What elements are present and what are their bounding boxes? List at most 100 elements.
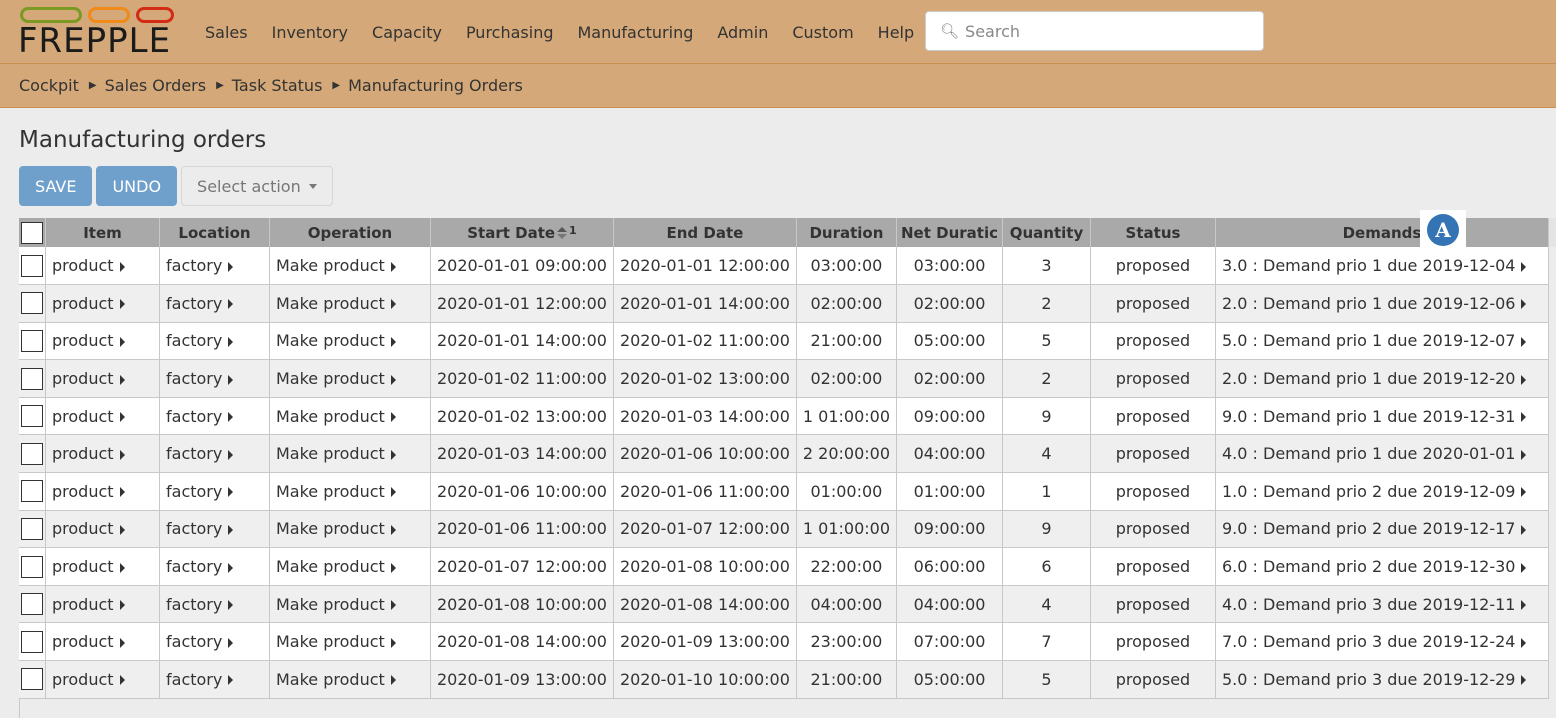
status-cell[interactable]: proposed	[1090, 434, 1216, 474]
row-checkbox[interactable]	[21, 555, 43, 578]
table-row[interactable]: product factory Make product 2020-01-02 …	[19, 397, 1549, 436]
column-header-quantity[interactable]: Quantity	[1002, 218, 1091, 247]
search-input[interactable]	[963, 20, 1244, 42]
location-cell[interactable]: factory	[159, 397, 270, 436]
drilldown-triangle-icon[interactable]	[228, 637, 234, 648]
quantity-cell[interactable]: 5	[1002, 322, 1091, 361]
drilldown-triangle-icon[interactable]	[228, 299, 234, 310]
column-header-net-duration[interactable]: Net Duratic	[896, 218, 1003, 247]
column-header-start-date[interactable]: Start Date 1	[430, 218, 614, 247]
drilldown-triangle-icon[interactable]	[1521, 374, 1527, 385]
drilldown-triangle-icon[interactable]	[1521, 487, 1527, 498]
row-checkbox[interactable]	[21, 480, 43, 503]
drilldown-triangle-icon[interactable]	[228, 562, 234, 573]
location-cell[interactable]: factory	[159, 359, 270, 398]
item-cell[interactable]: product	[45, 547, 160, 586]
drilldown-triangle-icon[interactable]	[390, 675, 396, 686]
item-cell[interactable]: product	[45, 322, 160, 361]
start-date-cell[interactable]: 2020-01-01 12:00:00	[430, 284, 614, 323]
table-row[interactable]: product factory Make product 2020-01-01 …	[19, 322, 1549, 361]
start-date-cell[interactable]: 2020-01-09 13:00:00	[430, 660, 614, 699]
start-date-cell[interactable]: 2020-01-08 14:00:00	[430, 622, 614, 662]
start-date-cell[interactable]: 2020-01-02 11:00:00	[430, 359, 614, 398]
status-cell[interactable]: proposed	[1090, 660, 1216, 699]
table-row[interactable]: product factory Make product 2020-01-06 …	[19, 510, 1549, 549]
row-checkbox[interactable]	[21, 442, 43, 465]
item-cell[interactable]: product	[45, 472, 160, 511]
drilldown-triangle-icon[interactable]	[1521, 675, 1527, 686]
status-cell[interactable]: proposed	[1090, 397, 1216, 436]
start-date-cell[interactable]: 2020-01-08 10:00:00	[430, 585, 614, 624]
drilldown-triangle-icon[interactable]	[1521, 336, 1527, 347]
location-cell[interactable]: factory	[159, 510, 270, 549]
item-cell[interactable]: product	[45, 359, 160, 398]
quantity-cell[interactable]: 9	[1002, 397, 1091, 436]
drilldown-triangle-icon[interactable]	[228, 261, 234, 272]
nav-manufacturing[interactable]: Manufacturing	[566, 23, 706, 42]
quantity-cell[interactable]: 2	[1002, 284, 1091, 323]
operation-cell[interactable]: Make product	[269, 322, 431, 361]
status-cell[interactable]: proposed	[1090, 547, 1216, 586]
table-row[interactable]: product factory Make product 2020-01-01 …	[19, 284, 1549, 323]
drilldown-triangle-icon[interactable]	[390, 637, 396, 648]
row-checkbox[interactable]	[21, 367, 43, 390]
demands-cell[interactable]: 7.0 : Demand prio 3 due 2019-12-24	[1215, 622, 1549, 662]
item-cell[interactable]: product	[45, 510, 160, 549]
item-cell[interactable]: product	[45, 434, 160, 474]
status-cell[interactable]: proposed	[1090, 585, 1216, 624]
drilldown-triangle-icon[interactable]	[119, 449, 125, 460]
breadcrumb-cockpit[interactable]: Cockpit	[19, 76, 79, 95]
quantity-cell[interactable]: 2	[1002, 359, 1091, 398]
row-checkbox[interactable]	[21, 405, 43, 428]
nav-inventory[interactable]: Inventory	[260, 23, 360, 42]
column-header-location[interactable]: Location	[159, 218, 270, 247]
start-date-cell[interactable]: 2020-01-06 11:00:00	[430, 510, 614, 549]
select-all-checkbox[interactable]	[21, 221, 43, 244]
select-action-dropdown[interactable]: Select action	[181, 166, 333, 206]
table-row[interactable]: product factory Make product 2020-01-09 …	[19, 660, 1549, 699]
operation-cell[interactable]: Make product	[269, 434, 431, 474]
demands-cell[interactable]: 9.0 : Demand prio 1 due 2019-12-31	[1215, 397, 1549, 436]
end-date-cell[interactable]: 2020-01-10 10:00:00	[613, 660, 797, 699]
operation-cell[interactable]: Make product	[269, 660, 431, 699]
end-date-cell[interactable]: 2020-01-01 12:00:00	[613, 247, 797, 286]
drilldown-triangle-icon[interactable]	[390, 600, 396, 611]
drilldown-triangle-icon[interactable]	[1521, 524, 1527, 535]
end-date-cell[interactable]: 2020-01-08 10:00:00	[613, 547, 797, 586]
column-header-item[interactable]: Item	[45, 218, 160, 247]
drilldown-triangle-icon[interactable]	[390, 487, 396, 498]
end-date-cell[interactable]: 2020-01-06 10:00:00	[613, 434, 797, 474]
quantity-cell[interactable]: 1	[1002, 472, 1091, 511]
location-cell[interactable]: factory	[159, 434, 270, 474]
location-cell[interactable]: factory	[159, 472, 270, 511]
start-date-cell[interactable]: 2020-01-07 12:00:00	[430, 547, 614, 586]
quantity-cell[interactable]: 6	[1002, 547, 1091, 586]
nav-sales[interactable]: Sales	[193, 23, 260, 42]
quantity-cell[interactable]: 4	[1002, 585, 1091, 624]
demands-cell[interactable]: 4.0 : Demand prio 3 due 2019-12-11	[1215, 585, 1549, 624]
drilldown-triangle-icon[interactable]	[228, 487, 234, 498]
status-cell[interactable]: proposed	[1090, 472, 1216, 511]
row-checkbox[interactable]	[21, 517, 43, 540]
end-date-cell[interactable]: 2020-01-02 11:00:00	[613, 322, 797, 361]
nav-admin[interactable]: Admin	[705, 23, 780, 42]
drilldown-triangle-icon[interactable]	[1521, 637, 1527, 648]
drilldown-triangle-icon[interactable]	[390, 261, 396, 272]
drilldown-triangle-icon[interactable]	[228, 412, 234, 423]
table-row[interactable]: product factory Make product 2020-01-06 …	[19, 472, 1549, 511]
drilldown-triangle-icon[interactable]	[1521, 412, 1527, 423]
drilldown-triangle-icon[interactable]	[1521, 600, 1527, 611]
location-cell[interactable]: factory	[159, 247, 270, 286]
drilldown-triangle-icon[interactable]	[119, 524, 125, 535]
column-header-operation[interactable]: Operation	[269, 218, 431, 247]
drilldown-triangle-icon[interactable]	[390, 299, 396, 310]
demands-cell[interactable]: 2.0 : Demand prio 1 due 2019-12-20	[1215, 359, 1549, 398]
drilldown-triangle-icon[interactable]	[228, 374, 234, 385]
start-date-cell[interactable]: 2020-01-02 13:00:00	[430, 397, 614, 436]
quantity-cell[interactable]: 9	[1002, 510, 1091, 549]
table-row[interactable]: product factory Make product 2020-01-03 …	[19, 434, 1549, 474]
row-checkbox[interactable]	[21, 254, 43, 277]
operation-cell[interactable]: Make product	[269, 585, 431, 624]
operation-cell[interactable]: Make product	[269, 397, 431, 436]
row-checkbox[interactable]	[21, 593, 43, 616]
